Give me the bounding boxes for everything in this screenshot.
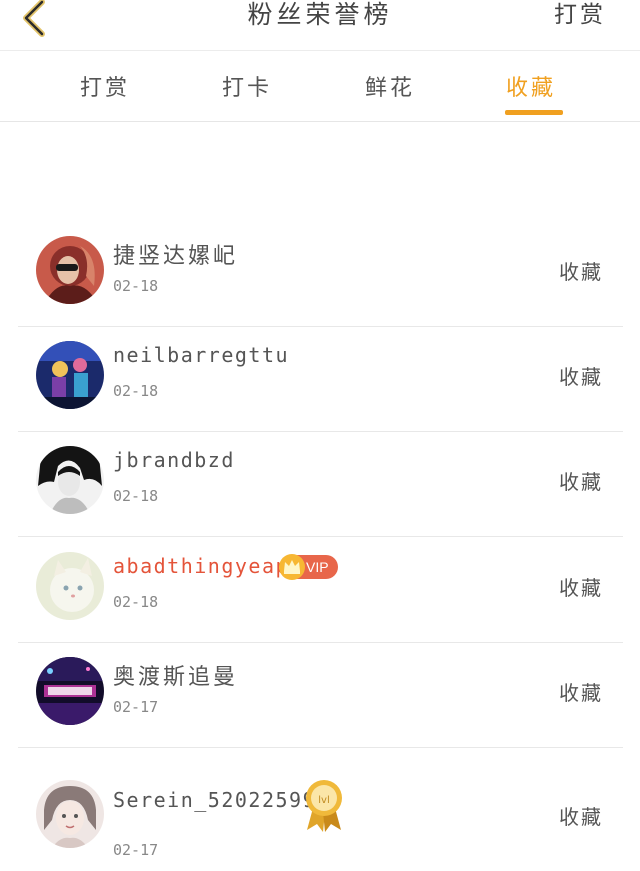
favorite-label: 收藏 <box>559 470 603 494</box>
date: 02-17 <box>113 841 159 859</box>
list-item[interactable]: abadthingyeape VIP 02-18 收藏 <box>18 538 623 643</box>
list-item[interactable]: 捷竖达嫘屺 02-18 收藏 <box>18 222 623 327</box>
list-item[interactable]: jbrandbzd 02-18 收藏 <box>18 432 623 537</box>
top-bar: 粉丝荣誉榜 打赏 <box>0 0 640 51</box>
page-title: 粉丝荣誉榜 <box>247 0 393 29</box>
avatar[interactable] <box>36 657 104 725</box>
vip-label: VIP <box>306 559 329 575</box>
reward-button[interactable]: 打赏 <box>554 0 606 30</box>
tab-checkin[interactable]: 打卡 <box>222 70 272 102</box>
favorite-label: 收藏 <box>559 681 603 705</box>
tab-flowers[interactable]: 鲜花 <box>365 70 415 102</box>
list-item[interactable]: neilbarregttu 02-18 收藏 <box>18 327 623 432</box>
avatar[interactable] <box>36 552 104 620</box>
username[interactable]: 捷竖达嫘屺 <box>113 238 238 270</box>
username[interactable]: 奥渡斯追曼 <box>113 659 238 691</box>
date: 02-18 <box>113 487 159 505</box>
tab-favorites[interactable]: 收藏 <box>506 70 556 102</box>
medal-icon: lvl <box>303 778 345 832</box>
username[interactable]: neilbarregttu <box>113 343 289 367</box>
medal-label: lvl <box>318 795 329 806</box>
avatar[interactable] <box>36 446 104 514</box>
vip-badge: VIP <box>279 554 338 580</box>
favorite-label: 收藏 <box>559 260 603 284</box>
list-item[interactable]: Serein_520225992 lvl 02-17 收藏 <box>18 748 623 871</box>
favorite-label: 收藏 <box>559 576 603 600</box>
favorite-label: 收藏 <box>559 805 603 829</box>
date: 02-17 <box>113 698 159 716</box>
favorite-label: 收藏 <box>559 365 603 389</box>
date: 02-18 <box>113 382 159 400</box>
avatar[interactable] <box>36 780 104 848</box>
username[interactable]: jbrandbzd <box>113 448 235 472</box>
tab-reward[interactable]: 打赏 <box>80 70 130 102</box>
avatar[interactable] <box>36 341 104 409</box>
date: 02-18 <box>113 593 159 611</box>
date: 02-18 <box>113 277 159 295</box>
tab-bar: 打赏 打卡 鲜花 收藏 <box>0 51 640 122</box>
active-tab-indicator <box>505 110 563 115</box>
list-item[interactable]: 奥渡斯追曼 02-17 收藏 <box>18 643 623 748</box>
username[interactable]: Serein_520225992 <box>113 788 330 812</box>
crown-icon <box>279 554 305 580</box>
avatar[interactable] <box>36 236 104 304</box>
username[interactable]: abadthingyeape <box>113 554 303 578</box>
